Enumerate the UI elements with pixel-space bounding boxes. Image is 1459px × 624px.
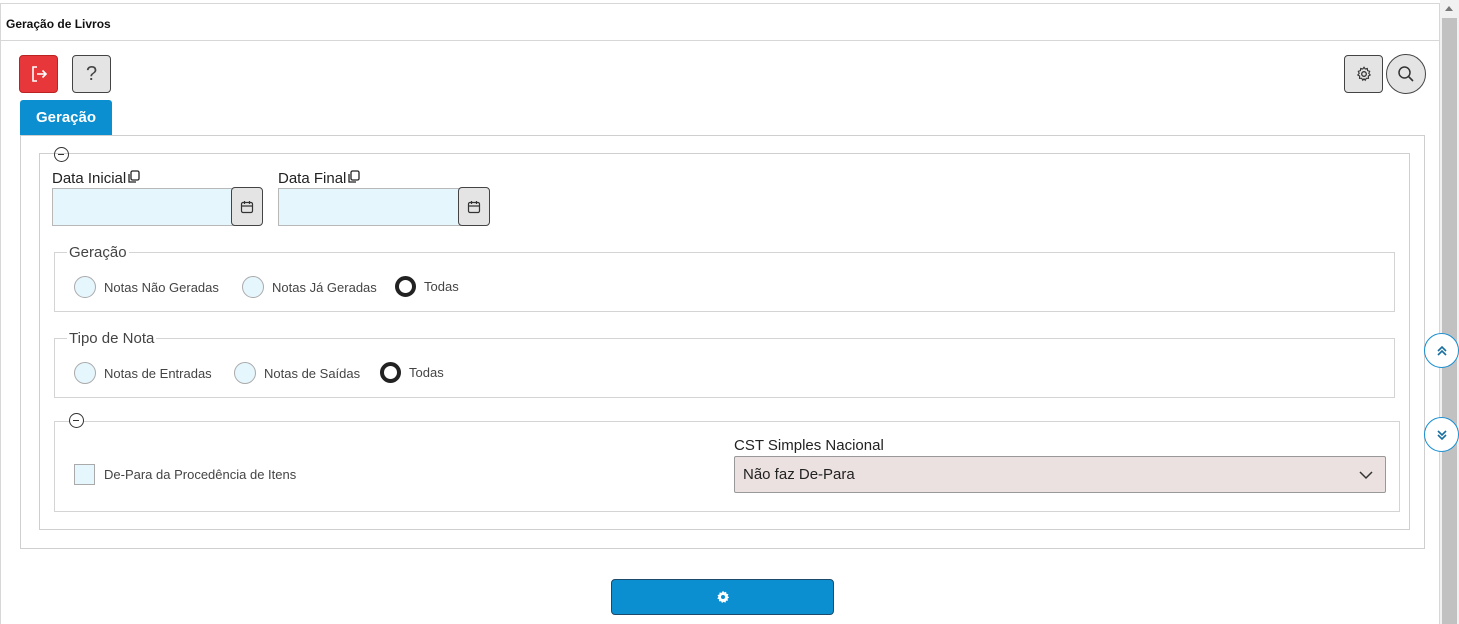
chevron-down-icon xyxy=(1359,471,1373,480)
radio-tipo-todas[interactable]: Todas xyxy=(380,362,444,383)
calendar-icon xyxy=(467,200,481,213)
cst-label: CST Simples Nacional xyxy=(734,437,884,454)
tab-geracao[interactable]: Geração xyxy=(20,100,112,135)
end-date-input[interactable] xyxy=(278,188,461,226)
window-title: Geração de Livros xyxy=(6,17,111,31)
radio-circle[interactable] xyxy=(242,276,264,298)
scroll-bottom-button[interactable] xyxy=(1424,417,1459,452)
tipo-nota-legend: Tipo de Nota xyxy=(67,330,157,347)
start-date-input[interactable] xyxy=(52,188,235,226)
copy-icon[interactable] xyxy=(347,170,361,184)
double-chevron-up-icon xyxy=(1436,345,1447,356)
geracao-legend: Geração xyxy=(67,244,129,261)
start-date-label: Data Inicial xyxy=(52,170,140,187)
radio-circle[interactable] xyxy=(234,362,256,384)
collapse-section-icon[interactable] xyxy=(54,147,69,162)
de-para-checkbox[interactable] xyxy=(74,464,95,485)
search-icon xyxy=(1398,66,1414,82)
gear-icon xyxy=(1356,66,1371,82)
help-button[interactable]: ? xyxy=(72,55,111,93)
radio-notas-ja-geradas[interactable]: Notas Já Geradas xyxy=(242,276,377,298)
copy-icon[interactable] xyxy=(127,170,140,184)
run-generation-button[interactable] xyxy=(611,579,834,615)
radio-circle[interactable] xyxy=(74,276,96,298)
end-date-picker-button[interactable] xyxy=(458,187,490,226)
scroll-thumb[interactable] xyxy=(1442,18,1457,624)
tab-label: Geração xyxy=(35,109,97,126)
cst-select-value: Não faz De-Para xyxy=(743,466,855,483)
collapse-advanced-icon[interactable] xyxy=(69,413,84,428)
help-label: ? xyxy=(85,62,98,85)
radio-notas-nao-geradas[interactable]: Notas Não Geradas xyxy=(74,276,219,298)
radio-notas-saidas[interactable]: Notas de Saídas xyxy=(234,362,360,384)
radio-circle-checked[interactable] xyxy=(380,362,401,383)
scroll-up-arrow-icon[interactable] xyxy=(1445,6,1453,11)
start-date-picker-button[interactable] xyxy=(231,187,263,226)
double-chevron-down-icon xyxy=(1436,429,1447,440)
cst-select[interactable]: Não faz De-Para xyxy=(734,456,1386,493)
de-para-checkbox-row[interactable]: De-Para da Procedência de Itens xyxy=(74,464,296,485)
end-date-label: Data Final xyxy=(278,170,361,187)
radio-circle-checked[interactable] xyxy=(395,276,416,297)
vertical-scrollbar[interactable] xyxy=(1440,0,1459,624)
title-bar: Geração de Livros xyxy=(0,3,1440,41)
exit-icon xyxy=(31,66,47,82)
radio-geracao-todas[interactable]: Todas xyxy=(395,276,459,297)
settings-button[interactable] xyxy=(1344,55,1383,93)
gear-icon xyxy=(716,590,729,603)
exit-button[interactable] xyxy=(19,55,58,93)
search-button[interactable] xyxy=(1386,54,1426,94)
radio-notas-entradas[interactable]: Notas de Entradas xyxy=(74,362,212,384)
scroll-top-button[interactable] xyxy=(1424,333,1459,368)
calendar-icon xyxy=(240,200,254,213)
radio-circle[interactable] xyxy=(74,362,96,384)
